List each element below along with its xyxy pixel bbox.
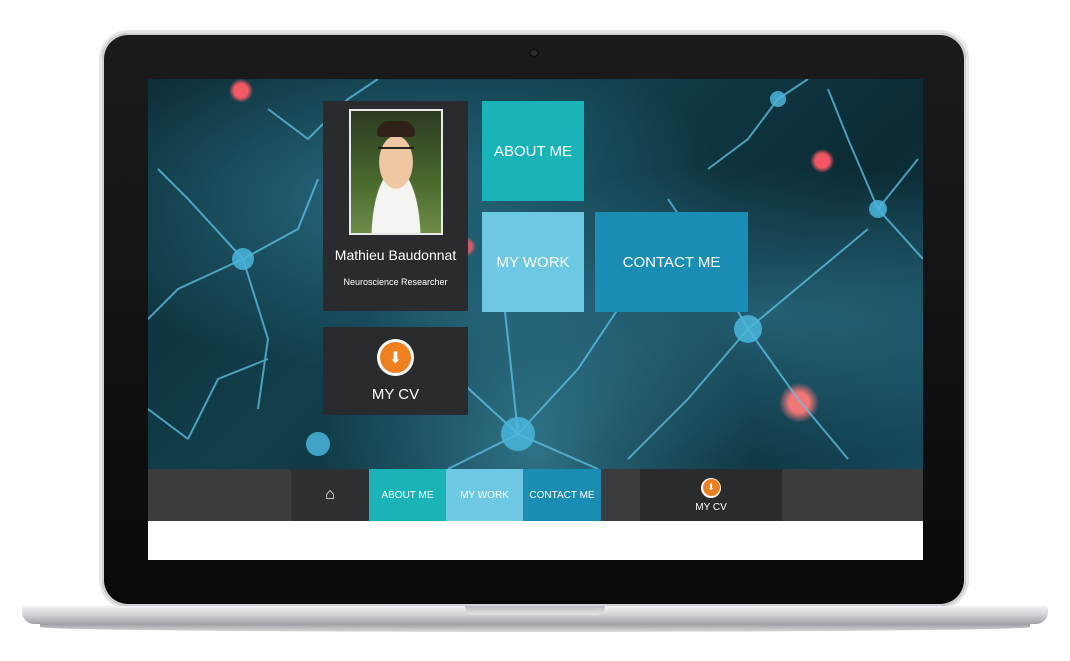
- nav-contact-me[interactable]: CONTACT ME: [523, 469, 601, 521]
- my-cv-label: MY CV: [371, 386, 420, 403]
- profile-role: Neuroscience Researcher: [343, 277, 448, 287]
- profile-photo: [348, 109, 443, 235]
- profile-name: Mathieu Baudonnat: [334, 247, 457, 263]
- profile-tile: Mathieu Baudonnat Neuroscience Researche…: [323, 101, 468, 311]
- bottom-navbar: ⌂ ABOUT ME MY WORK CONTACT ME ⬇ MY CV: [148, 469, 923, 521]
- cloud-download-icon: ⬇: [377, 339, 414, 376]
- hero-background: Mathieu Baudonnat Neuroscience Researche…: [148, 79, 923, 469]
- cloud-download-icon: ⬇: [701, 477, 721, 498]
- laptop-notch: [465, 606, 605, 615]
- nav-about-me[interactable]: ABOUT ME: [369, 469, 446, 521]
- page-footer-area: [148, 521, 923, 560]
- home-icon: ⌂: [325, 486, 335, 503]
- nav-my-cv[interactable]: ⬇ MY CV: [640, 469, 782, 521]
- nav-my-cv-label: MY CV: [695, 501, 727, 513]
- nav-home[interactable]: ⌂: [291, 469, 369, 521]
- contact-me-tile[interactable]: CONTACT ME: [595, 212, 748, 312]
- my-work-tile[interactable]: MY WORK: [482, 212, 584, 312]
- my-cv-tile[interactable]: ⬇ MY CV: [323, 327, 468, 415]
- about-me-tile[interactable]: ABOUT ME: [482, 101, 584, 201]
- screen: Mathieu Baudonnat Neuroscience Researche…: [148, 79, 923, 560]
- nav-my-work[interactable]: MY WORK: [446, 469, 523, 521]
- camera: [529, 48, 539, 58]
